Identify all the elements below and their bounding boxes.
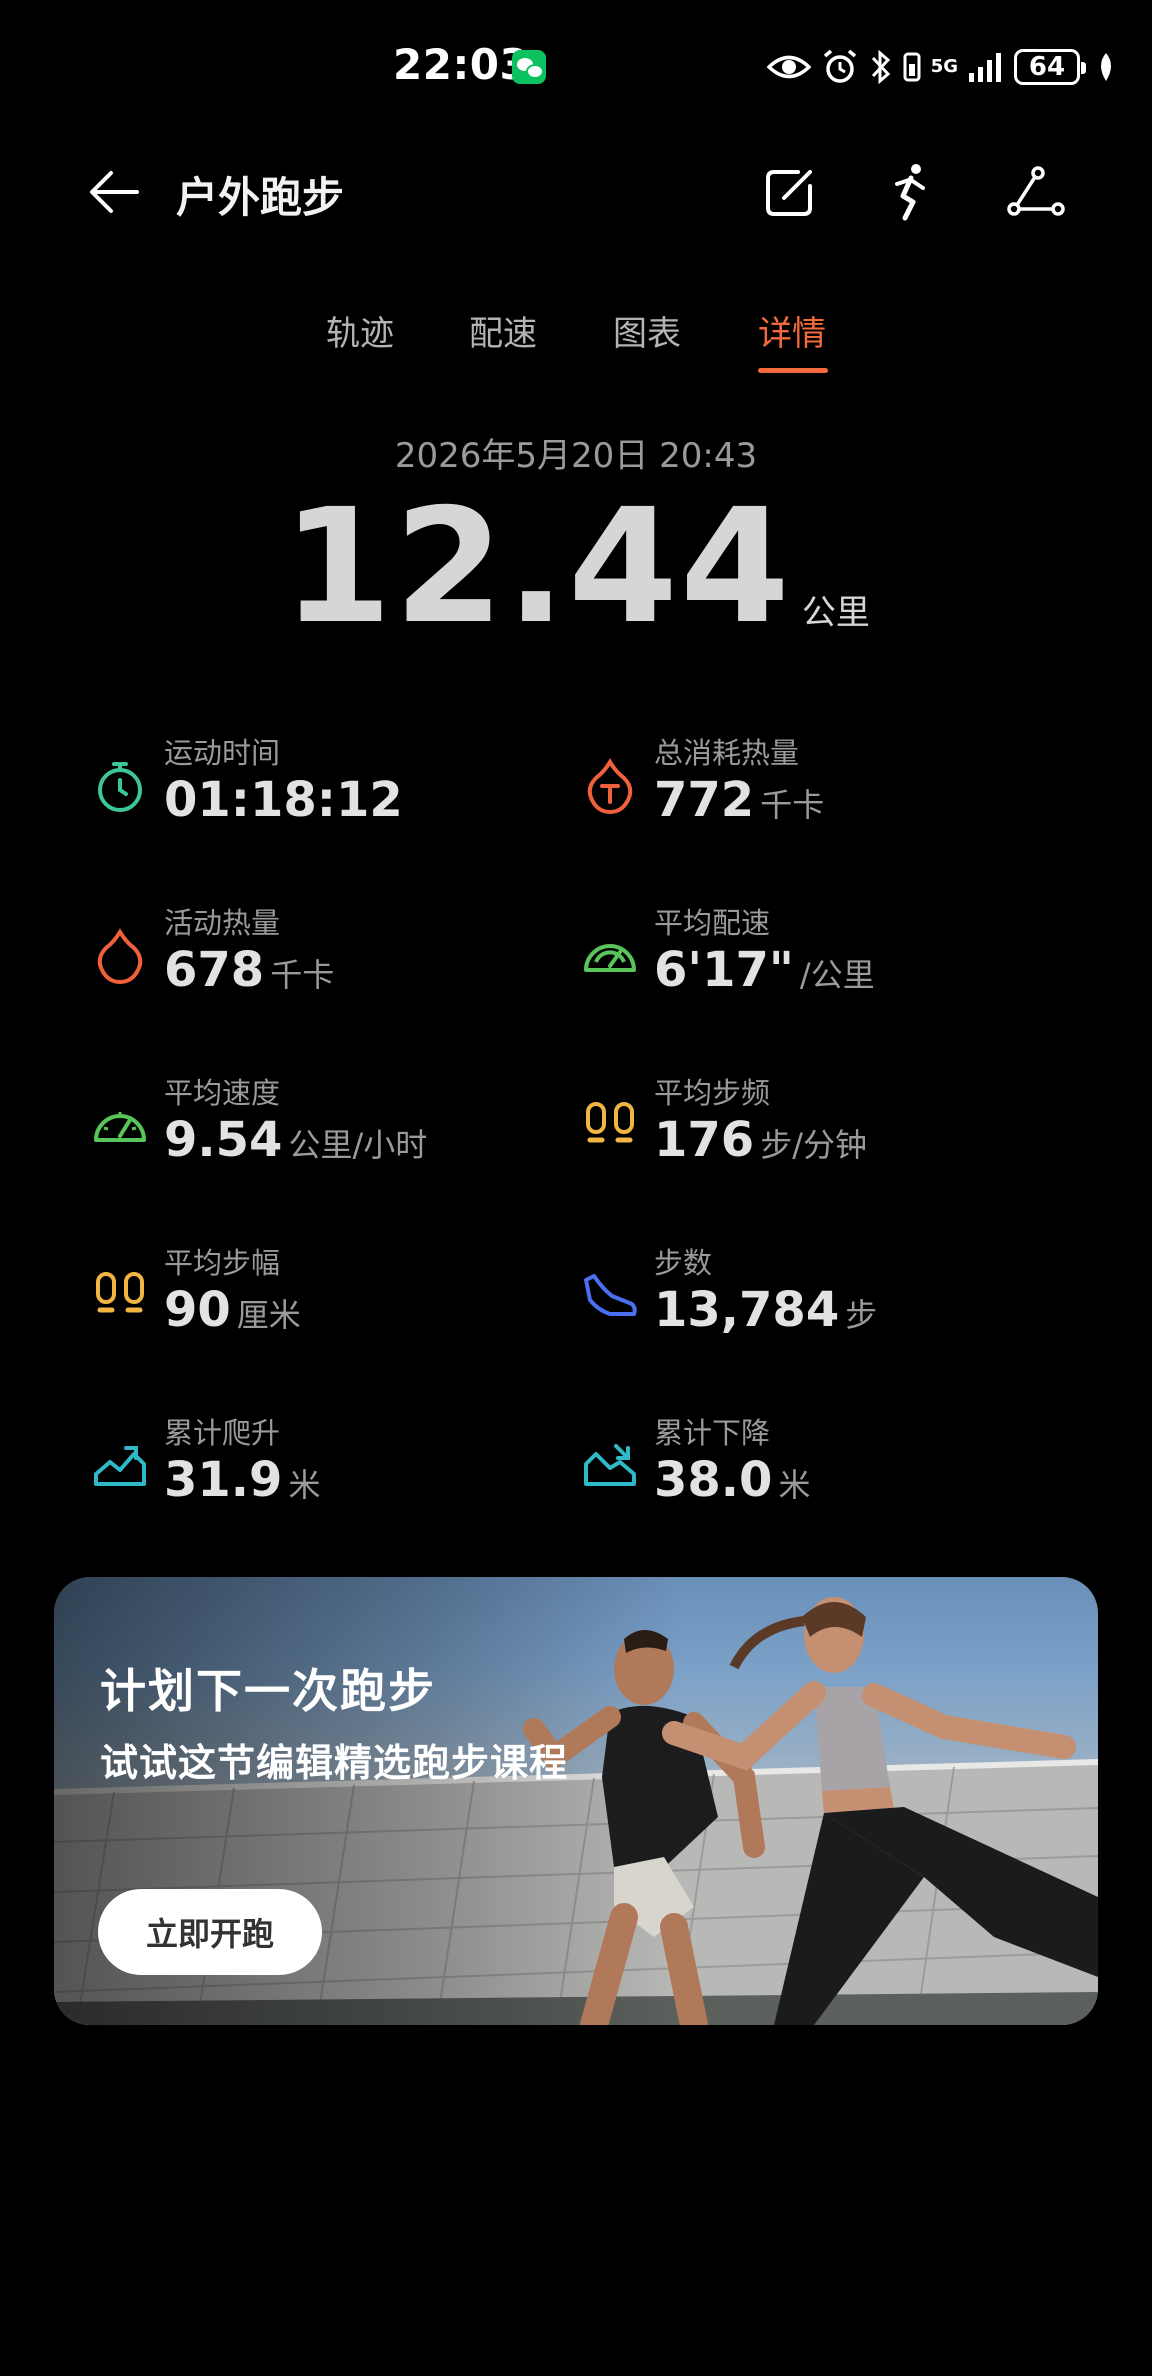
- metric-value: 6'17": [654, 942, 794, 998]
- route-icon: [1007, 166, 1065, 216]
- metric-unit: 米: [778, 1466, 811, 1504]
- bluetooth-icon: [871, 49, 890, 85]
- metric-label: 平均步频: [654, 1076, 771, 1110]
- promo-title: 计划下一次跑步: [100, 1664, 436, 1718]
- metric-steps: 步数 13,784 步: [580, 1230, 1060, 1360]
- metric-average-speed: 平均速度 9.54 公里/小时: [90, 1060, 570, 1190]
- metric-value: 176: [654, 1112, 755, 1168]
- metric-active-calories: 活动热量 678 千卡: [90, 890, 570, 1020]
- metric-label: 平均步幅: [164, 1246, 281, 1280]
- metric-label: 累计下降: [654, 1416, 771, 1450]
- footprints-icon: [586, 1102, 634, 1143]
- eye-icon: [766, 55, 811, 79]
- tab-bar: 轨迹 配速 图表 详情: [0, 306, 1152, 376]
- runner-icon: [895, 164, 925, 221]
- metric-label: 累计爬升: [164, 1416, 281, 1450]
- metric-label: 总消耗热量: [654, 736, 800, 770]
- metric-label: 活动热量: [164, 906, 281, 940]
- metric-average-cadence: 平均步频 176 步/分钟: [580, 1060, 1060, 1190]
- metric-unit: 千卡: [270, 956, 335, 994]
- metric-unit: 千卡: [760, 786, 825, 824]
- distance-summary: 12.44 公里: [0, 475, 1152, 659]
- speedometer-icon: [584, 944, 636, 972]
- metric-label: 平均速度: [164, 1076, 281, 1110]
- network-label: 5G: [930, 56, 958, 77]
- promo-banner[interactable]: 计划下一次跑步 试试这节编辑精选跑步课程 立即开跑: [54, 1577, 1098, 2025]
- metric-unit: 米: [288, 1466, 321, 1504]
- tab-indicator: [758, 368, 828, 373]
- metric-value: 772: [654, 772, 755, 828]
- battery-icon: 64: [1014, 49, 1086, 85]
- metric-value: 01:18:12: [164, 772, 403, 828]
- metric-value: 9.54: [164, 1112, 283, 1168]
- metric-value: 38.0: [654, 1452, 773, 1508]
- flame-icon: [97, 928, 143, 985]
- status-icons: 5G 64: [766, 46, 1116, 88]
- climb-icon: [94, 1446, 146, 1486]
- promo-subtitle: 试试这节编辑精选跑步课程: [100, 1741, 569, 1785]
- metric-unit: 步: [845, 1296, 878, 1334]
- back-button[interactable]: [84, 162, 144, 222]
- metric-elevation-loss: 累计下降 38.0 米: [580, 1400, 1060, 1530]
- metric-unit: /公里: [799, 956, 875, 994]
- distance-unit: 公里: [801, 593, 870, 633]
- descent-icon: [584, 1444, 636, 1486]
- metric-label: 平均配速: [654, 906, 771, 940]
- edit-button[interactable]: [758, 160, 822, 224]
- metric-label: 步数: [654, 1246, 713, 1280]
- page-title: 户外跑步: [176, 173, 345, 222]
- edit-icon: [766, 170, 812, 216]
- footprints-icon: [96, 1272, 144, 1313]
- tab-details[interactable]: 详情: [742, 306, 842, 355]
- gauge-icon: [94, 1112, 146, 1142]
- status-bar: 22:03 5G 64: [0, 0, 1152, 130]
- metric-average-stride: 平均步幅 90 厘米: [90, 1230, 570, 1360]
- route-button[interactable]: [1004, 160, 1068, 224]
- back-arrow-icon: [90, 171, 139, 213]
- tab-charts[interactable]: 图表: [597, 306, 697, 355]
- stopwatch-icon: [98, 762, 142, 812]
- start-run-button[interactable]: 立即开跑: [98, 1889, 322, 1975]
- metric-unit: 步/分钟: [760, 1126, 867, 1164]
- leaf-icon: [1101, 53, 1111, 81]
- metric-label: 运动时间: [164, 736, 281, 770]
- alarm-icon: [823, 49, 856, 83]
- distance-value: 12.44: [282, 475, 792, 659]
- metric-total-calories: 总消耗热量 772 千卡: [580, 720, 1060, 850]
- metric-unit: 公里/小时: [288, 1126, 428, 1164]
- shoe-icon: [584, 1274, 637, 1316]
- signal-icon: [969, 53, 1001, 82]
- status-time: 22:03: [393, 40, 530, 89]
- tab-pace[interactable]: 配速: [453, 306, 553, 355]
- metric-value: 90: [164, 1282, 231, 1338]
- total-calories-icon: [587, 758, 633, 815]
- metric-value: 678: [164, 942, 265, 998]
- wechat-icon: [512, 50, 546, 84]
- metric-elevation-gain: 累计爬升 31.9 米: [90, 1400, 570, 1530]
- metric-duration: 运动时间 01:18:12: [90, 720, 570, 850]
- workout-datetime: 2026年5月20日 20:43: [394, 436, 758, 476]
- app-header: 户外跑步: [0, 140, 1152, 240]
- metric-unit: 厘米: [236, 1296, 301, 1334]
- phone-icon: [903, 52, 921, 82]
- metric-value: 13,784: [654, 1282, 840, 1338]
- metric-value: 31.9: [164, 1452, 283, 1508]
- battery-level: 64: [1028, 52, 1066, 82]
- tab-track[interactable]: 轨迹: [310, 306, 410, 355]
- metric-average-pace: 平均配速 6'17" /公里: [580, 890, 1060, 1020]
- runner-button[interactable]: [878, 160, 942, 224]
